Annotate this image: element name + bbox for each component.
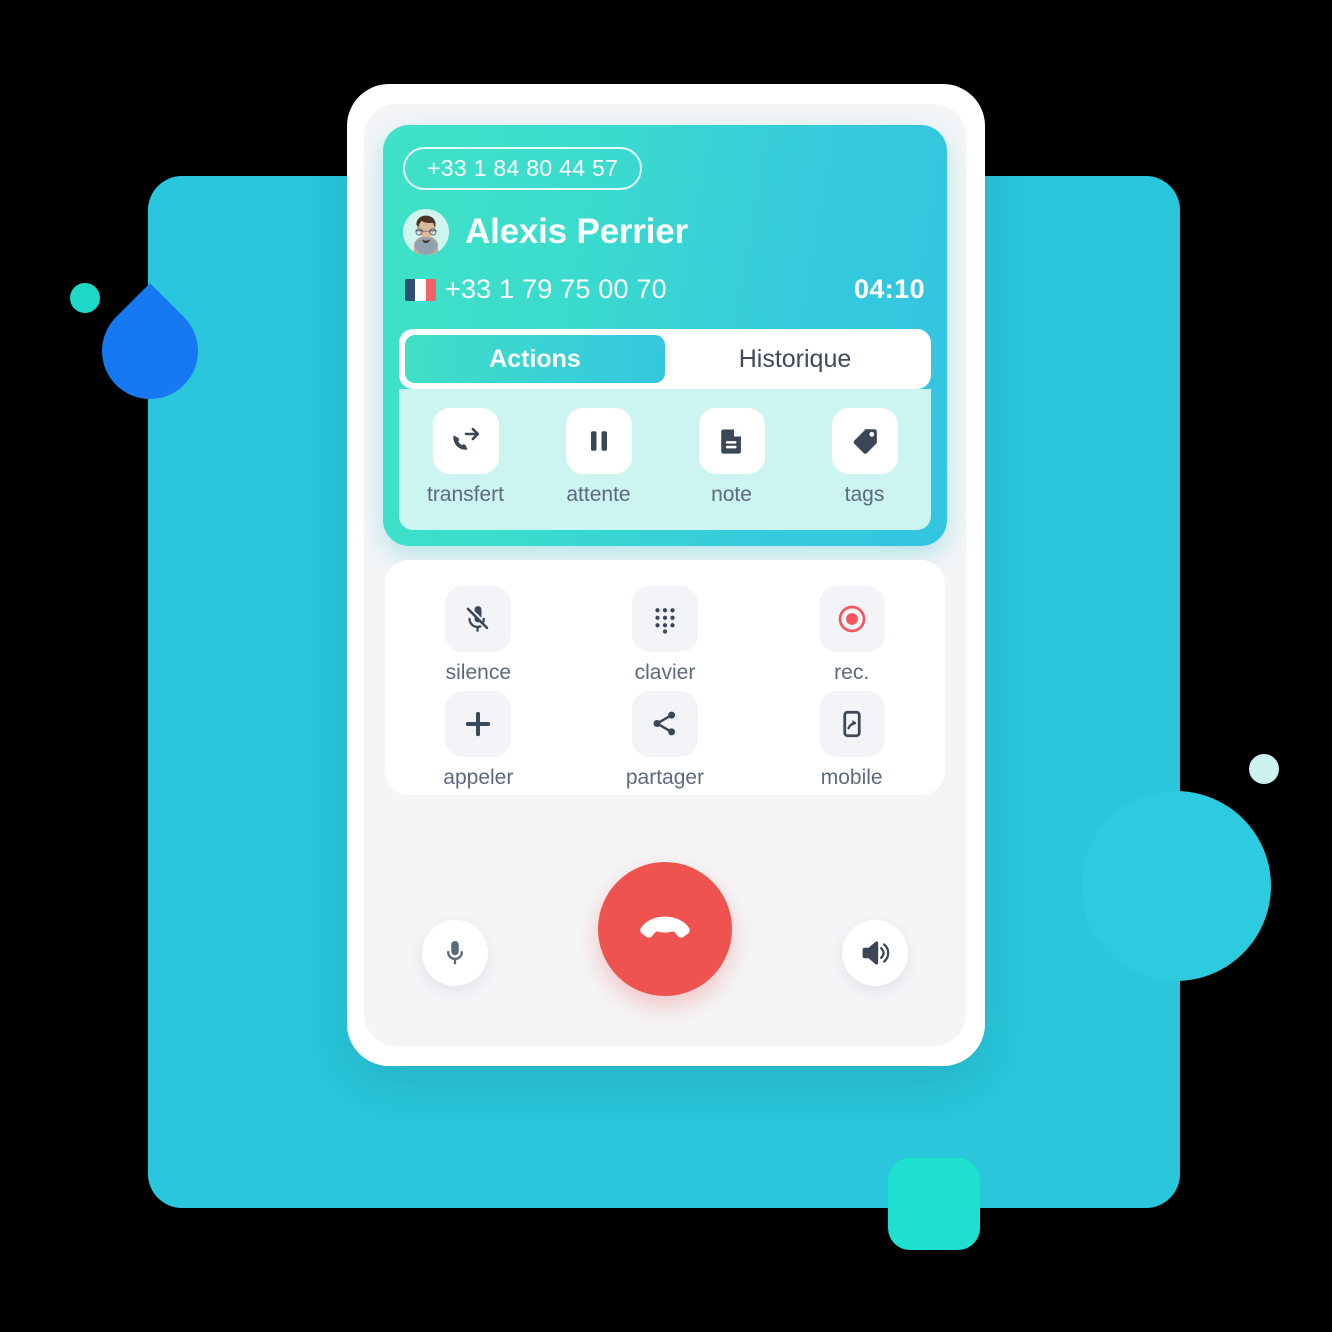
caller-number-row: +33 1 79 75 00 70 04:10 (405, 274, 925, 305)
microphone-icon (447, 941, 463, 965)
mobile-forward-icon (843, 710, 861, 737)
call-controls-card: silence clavier rec. appeler partager mo… (385, 560, 945, 795)
speaker-icon (862, 941, 890, 965)
control-rec-label: rec. (834, 661, 870, 684)
background-dot-teal (70, 283, 100, 313)
action-tags[interactable]: tags (798, 408, 931, 507)
pause-icon (590, 431, 607, 451)
call-header-card: +33 1 84 80 44 57 Alexis Perrier +33 1 7… (383, 125, 947, 546)
hangup-button[interactable] (598, 862, 732, 996)
caller-number: +33 1 79 75 00 70 (445, 274, 667, 304)
action-tags-label: tags (844, 483, 885, 506)
action-note[interactable]: note (665, 408, 798, 507)
action-transfert-label: transfert (426, 483, 505, 506)
control-rec[interactable]: rec. (758, 586, 945, 691)
speaker-button[interactable] (842, 920, 908, 986)
control-silence-label: silence (445, 661, 512, 684)
control-silence[interactable]: silence (385, 586, 572, 691)
caller-name: Alexis Perrier (465, 212, 688, 251)
background-dot-mint (1249, 754, 1279, 784)
actions-strip: transfert attente note tags (399, 389, 931, 530)
control-mobile-tile[interactable] (818, 690, 885, 757)
call-bottom-bar (364, 800, 966, 1046)
action-transfert-tile[interactable] (432, 408, 499, 474)
action-attente-label: attente (566, 483, 631, 506)
control-mobile[interactable]: mobile (758, 690, 945, 796)
tab-bar: Actions Historique (399, 329, 931, 389)
call-timer: 04:10 (853, 274, 925, 304)
avatar (403, 209, 449, 255)
control-silence-tile[interactable] (445, 586, 512, 652)
note-document-icon (720, 429, 741, 454)
share-icon (654, 711, 676, 736)
control-clavier-tile[interactable] (631, 586, 698, 652)
flag-france-icon (405, 278, 436, 301)
control-rec-tile[interactable] (818, 586, 885, 652)
did-number-text: +33 1 84 80 44 57 (427, 155, 619, 181)
caller-identity: Alexis Perrier (403, 209, 688, 255)
dialpad-icon (655, 608, 675, 634)
control-appeler-label: appeler (443, 765, 514, 789)
call-transfer-icon (452, 427, 479, 450)
tag-icon (853, 429, 877, 454)
control-partager[interactable]: partager (572, 690, 759, 796)
action-note-tile[interactable] (698, 408, 765, 474)
action-note-label: note (711, 483, 752, 506)
tab-historique[interactable]: Historique (665, 335, 925, 383)
control-appeler[interactable]: appeler (385, 690, 572, 796)
control-partager-tile[interactable] (631, 690, 698, 757)
microphone-off-icon (467, 606, 489, 632)
plus-icon (466, 711, 491, 736)
background-circle-large (1081, 791, 1271, 981)
tab-actions[interactable]: Actions (405, 335, 665, 383)
action-transfert[interactable]: transfert (399, 408, 532, 507)
action-attente[interactable]: attente (532, 408, 665, 507)
control-appeler-tile[interactable] (445, 690, 512, 757)
action-tags-tile[interactable] (831, 408, 898, 474)
background-square-mint (888, 1158, 980, 1250)
control-partager-label: partager (625, 765, 705, 789)
record-icon (838, 605, 865, 633)
hangup-phone-icon (640, 916, 690, 938)
screenshot-canvas: +33 1 84 80 44 57 Alexis Perrier +33 1 7… (0, 0, 1332, 1332)
mic-button[interactable] (422, 920, 488, 986)
did-number-badge: +33 1 84 80 44 57 (403, 147, 643, 190)
control-clavier[interactable]: clavier (572, 586, 759, 691)
control-mobile-label: mobile (820, 765, 883, 789)
action-attente-tile[interactable] (565, 408, 632, 474)
control-clavier-label: clavier (634, 661, 696, 684)
